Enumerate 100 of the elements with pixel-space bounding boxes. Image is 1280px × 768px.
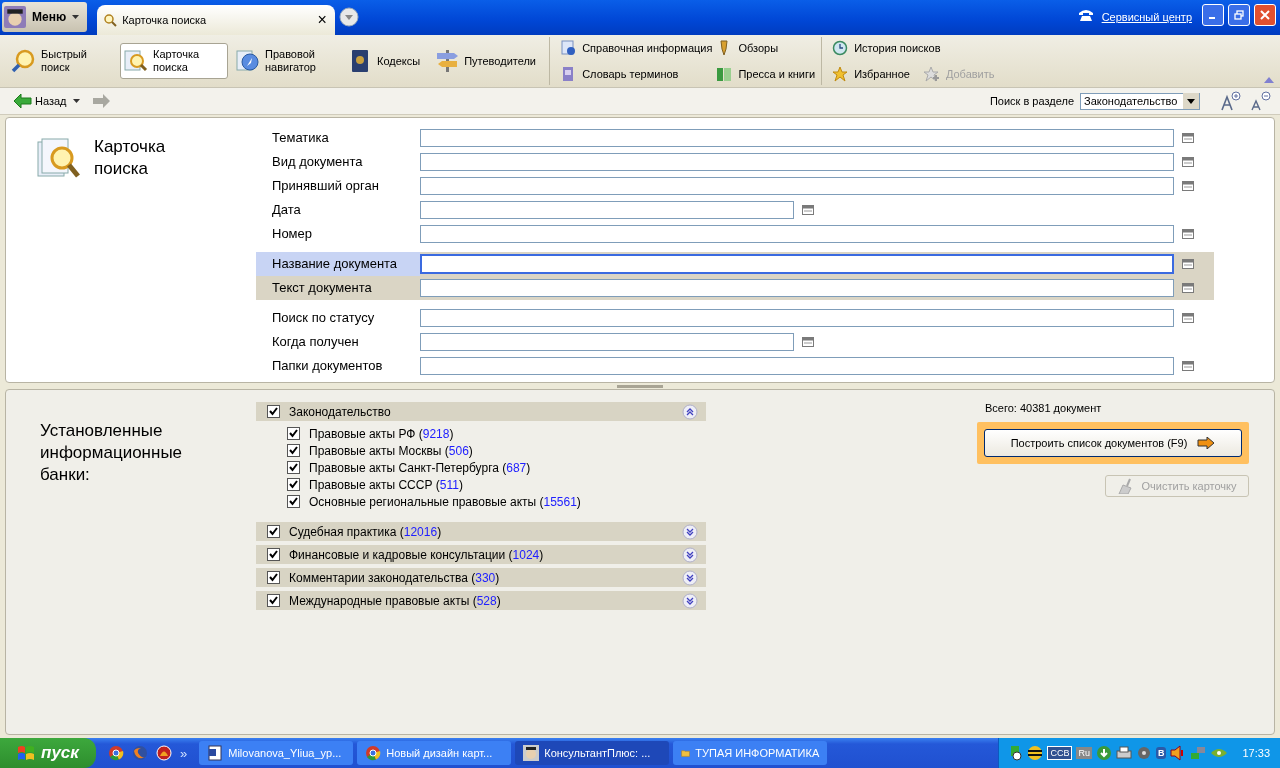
total-count: Всего: 40381 документ <box>985 402 1103 414</box>
caret-icon[interactable] <box>72 99 80 103</box>
input-field[interactable] <box>420 254 1174 274</box>
disc-icon[interactable] <box>1135 745 1152 761</box>
close-tab-button[interactable]: × <box>315 13 330 27</box>
dictionary-icon[interactable] <box>1182 157 1194 167</box>
expand-toggle-icon[interactable] <box>682 403 698 420</box>
windows-logo-icon <box>17 745 36 761</box>
checkbox[interactable] <box>287 461 300 474</box>
taskbar-button[interactable]: КонсультантПлюс: ... <box>515 741 670 765</box>
taskbar-button[interactable]: Milovanova_Yliua_yp... <box>199 741 354 765</box>
taskbar-button[interactable]: Новый дизайн карт... <box>357 741 512 765</box>
checkbox[interactable] <box>267 571 280 584</box>
bank-label: Законодательство <box>289 404 392 419</box>
service-center-link[interactable]: Сервисный центр <box>1101 11 1192 23</box>
start-button[interactable]: пуск <box>0 738 96 768</box>
dictionary-icon[interactable] <box>802 205 814 215</box>
dictionary-icon[interactable] <box>1182 229 1194 239</box>
expand-toggle-icon[interactable] <box>682 546 698 563</box>
checkbox[interactable] <box>267 405 280 418</box>
toolbar-button[interactable]: История поисков <box>832 38 941 58</box>
chrome-icon <box>365 745 382 761</box>
menu-button[interactable]: Меню <box>2 2 88 32</box>
minimize-button[interactable] <box>1202 4 1224 26</box>
restore-icon <box>1234 10 1244 20</box>
dictionary-icon[interactable] <box>1182 361 1194 371</box>
toolbar-button[interactable]: Путеводители <box>431 43 540 79</box>
input-field[interactable] <box>420 129 1174 147</box>
eye-logo-icon[interactable] <box>1210 747 1229 759</box>
collapse-icon[interactable] <box>1264 77 1274 83</box>
checkbox[interactable] <box>287 495 300 508</box>
toolbar-button[interactable]: Пресса и книги <box>716 64 816 84</box>
font-decrease-icon[interactable] <box>1250 91 1272 111</box>
taskbar-button[interactable]: ТУПАЯ ИНФОРМАТИКА <box>673 741 828 765</box>
dictionary-icon[interactable] <box>1182 283 1194 293</box>
dictionary-icon[interactable] <box>802 337 814 347</box>
torrent-icon[interactable] <box>1095 745 1112 761</box>
checkbox[interactable] <box>267 594 280 607</box>
bank-group-header[interactable]: Финансовые и кадровые консультации (1024) <box>256 545 706 564</box>
dictionary-icon[interactable] <box>1182 133 1194 143</box>
checkbox[interactable] <box>287 427 300 440</box>
toolbar-button[interactable]: Карточка поиска <box>120 43 228 79</box>
phone-icon <box>1077 9 1094 22</box>
chrome-icon[interactable] <box>108 745 124 761</box>
restore-button[interactable] <box>1228 4 1250 26</box>
tray-icon[interactable]: B <box>1155 747 1167 759</box>
input-field[interactable] <box>420 153 1174 171</box>
striped-ball-icon[interactable] <box>1027 745 1044 761</box>
printer-icon[interactable] <box>1115 745 1132 761</box>
back-button[interactable]: Назад <box>14 94 67 108</box>
input-field[interactable] <box>420 309 1174 327</box>
checkbox[interactable] <box>267 548 280 561</box>
document-icon <box>207 745 224 761</box>
toolbar-button[interactable]: Словарь терминов <box>560 64 713 84</box>
input-field[interactable] <box>420 177 1174 195</box>
bank-label: Финансовые и кадровые консультации (1024) <box>289 547 545 562</box>
field-label: Дата <box>271 201 302 219</box>
magnifier-icon <box>11 48 37 74</box>
expand-toggle-icon[interactable] <box>682 523 698 540</box>
magnifier-icon <box>103 13 118 27</box>
build-list-button[interactable]: Построить список документов (F9) <box>984 429 1242 457</box>
tray-icon[interactable]: CCB <box>1047 746 1073 760</box>
dictionary-icon[interactable] <box>1182 313 1194 323</box>
toolbar-button[interactable]: Быстрый поиск <box>8 43 116 79</box>
dictionary-icon[interactable] <box>1182 259 1194 269</box>
expand-toggle-icon[interactable] <box>682 592 698 609</box>
dictionary-icon[interactable] <box>1182 181 1194 191</box>
more-icons-button[interactable]: » <box>180 745 188 761</box>
field-label: Когда получен <box>271 333 360 351</box>
checkbox[interactable] <box>287 478 300 491</box>
bank-group-header[interactable]: Международные правовые акты (528) <box>256 591 706 610</box>
toolbar-button[interactable]: Избранное <box>832 64 910 84</box>
input-field[interactable] <box>420 201 794 219</box>
checkbox[interactable] <box>267 525 280 538</box>
star-icon <box>832 66 849 82</box>
language-indicator[interactable]: Ru <box>1076 747 1092 759</box>
bank-group-header[interactable]: Законодательство <box>256 402 706 421</box>
expand-toggle-icon[interactable] <box>682 569 698 586</box>
input-field[interactable] <box>420 279 1174 297</box>
dropdown-icon[interactable] <box>339 7 360 27</box>
search-card-icon <box>123 48 149 74</box>
input-field[interactable] <box>420 357 1174 375</box>
font-increase-icon[interactable] <box>1220 91 1242 111</box>
input-field[interactable] <box>420 333 794 351</box>
browser-icon[interactable] <box>156 745 172 761</box>
toolbar-button[interactable]: Справочная информация <box>560 38 713 58</box>
bank-label: Правовые акты СССР (511) <box>309 477 464 492</box>
splitter-handle[interactable] <box>617 384 663 388</box>
bank-group-header[interactable]: Судебная практика (12016) <box>256 522 706 541</box>
section-dropdown[interactable]: Законодательство <box>1080 92 1200 110</box>
checkbox[interactable] <box>287 444 300 457</box>
document-tab[interactable]: Карточка поиска × <box>97 5 336 35</box>
toolbar-button[interactable]: Обзоры <box>716 38 816 58</box>
close-button[interactable] <box>1254 4 1276 26</box>
toolbar-button[interactable]: Правовой навигатор <box>232 43 340 79</box>
avatar-icon <box>523 745 540 761</box>
input-field[interactable] <box>420 225 1174 243</box>
toolbar-button[interactable]: Кодексы <box>344 43 428 79</box>
bank-group-header[interactable]: Комментарии законодательства (330) <box>256 568 706 587</box>
arrow-right-icon <box>1197 437 1216 449</box>
